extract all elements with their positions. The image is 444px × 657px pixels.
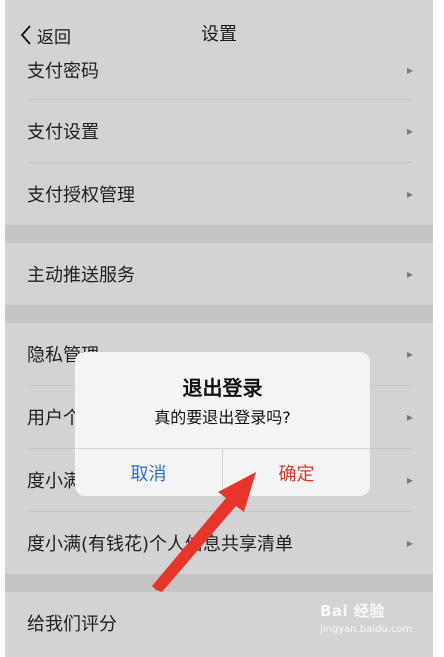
section-separator: [5, 305, 433, 323]
row-label: 主动推送服务: [27, 265, 135, 286]
chevron-right-icon: ▸: [406, 410, 413, 424]
watermark-url: jingyan.baidu.com: [320, 624, 413, 635]
chevron-right-icon: ▸: [406, 267, 413, 281]
row-label: 用户个: [27, 408, 81, 429]
annotation-arrow-icon: [152, 472, 256, 592]
section-separator: [5, 225, 433, 243]
chevron-right-icon: ▸: [406, 63, 413, 77]
chevron-right-icon: ▸: [406, 536, 413, 550]
row-label: 支付设置: [27, 122, 99, 143]
page-title: 设置: [201, 24, 237, 45]
row-payment-settings[interactable]: 支付设置 ▸: [5, 100, 433, 162]
row-label: 支付授权管理: [27, 185, 135, 206]
watermark-brand: Bai 经验: [320, 602, 385, 620]
chevron-right-icon: ▸: [406, 187, 413, 201]
row-payment-authorization[interactable]: 支付授权管理 ▸: [5, 163, 433, 225]
row-payment-password[interactable]: 支付密码 ▸: [5, 48, 433, 92]
row-label: 度小满: [27, 471, 81, 492]
dialog-title: 退出登录: [182, 376, 263, 400]
row-label: 给我们评分: [27, 614, 117, 635]
chevron-right-icon: ▸: [406, 473, 413, 487]
dialog-message: 真的要退出登录吗?: [154, 408, 291, 427]
chevron-right-icon: ▸: [406, 124, 413, 138]
watermark: Bai 经验 jingyan.baidu.com: [316, 598, 428, 646]
row-push-service[interactable]: 主动推送服务 ▸: [5, 243, 433, 305]
chevron-right-icon: ▸: [406, 347, 413, 361]
row-label: 支付密码: [27, 61, 99, 82]
